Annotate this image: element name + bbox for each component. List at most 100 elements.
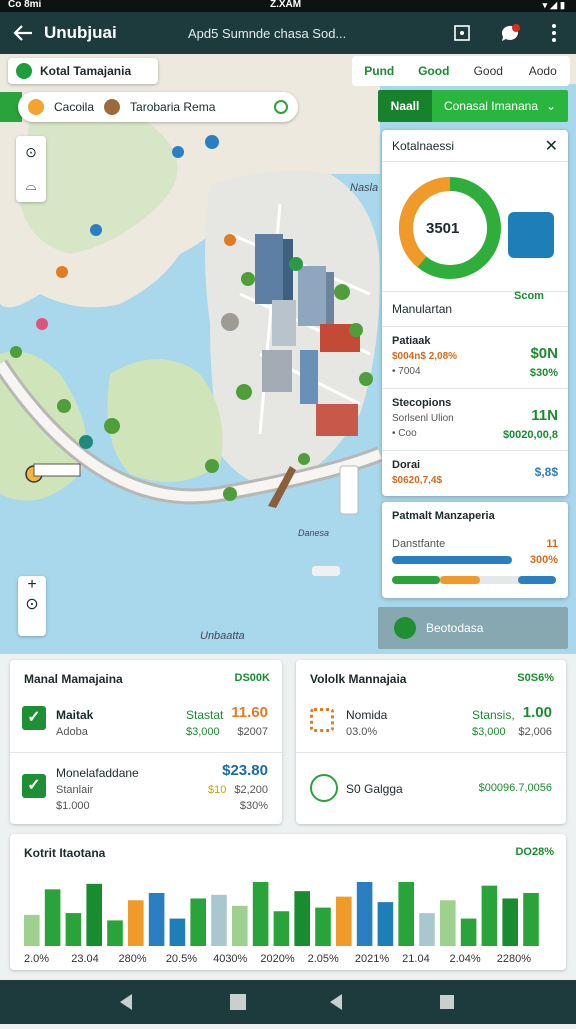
chart-bar [481, 885, 498, 946]
footer-panel[interactable]: Beotodasa [378, 607, 568, 649]
back-arrow-icon[interactable] [12, 22, 34, 44]
app-title: Unubjuai [44, 23, 117, 42]
divider [10, 752, 282, 753]
row-right-value: 1.00 [522, 704, 552, 721]
recents-icon[interactable] [440, 995, 454, 1009]
view-tabs: Pund Good Good Aodo [352, 56, 570, 86]
row-right-sub: $0020,00,8 [502, 429, 558, 441]
row-right-value: $0N [530, 345, 558, 362]
card-value: DO28% [515, 846, 554, 858]
map-pin[interactable] [205, 135, 219, 149]
locate-icon[interactable]: ⊙ [16, 136, 46, 169]
search-item-2[interactable]: Tarobaria Rema [130, 100, 215, 114]
chart-bar [211, 894, 227, 946]
panel-title: Kotalnaessi [392, 138, 455, 153]
chart-bar [24, 914, 40, 946]
grid-icon [310, 708, 334, 732]
list-item[interactable]: Stecopions Sorlsenl Ulion • Coo 11N $002… [382, 389, 568, 451]
home-icon[interactable] [230, 994, 246, 1010]
close-icon[interactable]: ✕ [545, 136, 558, 156]
card-title: Manal Mamajaina [24, 672, 123, 686]
chart-tick-label: 280% [119, 953, 147, 965]
card-value: S0S6% [517, 672, 554, 684]
chart-bar [336, 896, 352, 946]
chart-bar [398, 882, 414, 946]
chart-tick-label: 2.05% [308, 953, 339, 965]
building-1 [255, 234, 293, 304]
building-5 [300, 350, 318, 404]
chart-bar [523, 892, 539, 946]
back-icon-2[interactable] [330, 994, 342, 1010]
status-bar: Co 8mi Z.XAM ▾◢▮ [0, 0, 576, 12]
map-label-1: Nasla [350, 182, 379, 194]
chart-bar [128, 900, 144, 946]
refresh-icon[interactable] [274, 100, 288, 114]
row-title: Monelafaddane [56, 766, 139, 780]
chart-bar [419, 913, 435, 946]
list-item[interactable]: Patiaak $004n$ 2,08% • 7004 $0N $30% [382, 327, 568, 389]
footer-panel-label: Beotodasa [426, 621, 484, 635]
progress-title: Patmalt Manzaperia [392, 510, 495, 522]
status-time: Z.XAM [270, 0, 302, 10]
map-label-3: Danesa [298, 528, 330, 538]
search-bar[interactable]: Cacoila Tarobaria Rema [18, 92, 298, 122]
checkbox-checked-icon[interactable]: ✓ [22, 706, 46, 730]
donut-box: 3501 Scom [382, 162, 568, 302]
row-title: Maitak [56, 708, 94, 722]
segment-right-label: Conasal Imanana [443, 99, 538, 113]
row-right-sub: $3,000 [186, 726, 220, 738]
row-sub: Adoba [56, 726, 88, 738]
brand-logo-icon [508, 212, 554, 258]
more-vert-icon[interactable] [542, 21, 566, 45]
chart-tick-label: 2020% [260, 953, 294, 965]
row-right-label: Stansis, [472, 708, 515, 722]
row-right-sub-2: $2007 [237, 726, 268, 738]
zoom-in-icon[interactable]: + [18, 576, 46, 594]
back-icon[interactable] [120, 994, 132, 1010]
card-2: Vololk Mannajaia S0S6% Nomida 03.0% Stan… [296, 660, 566, 824]
chart-bar [315, 907, 331, 946]
donut-value: 3501 [426, 220, 460, 237]
chart-tick-label: 21.04 [402, 953, 430, 965]
card-3: Kotrit Itaotana DO28% 2.0% 23.04 280% 20.5%… [10, 834, 566, 970]
chart-tick-label: 2.04% [449, 953, 480, 965]
row-right-sub-2: $2,006 [518, 726, 552, 738]
row-title: Dorai [392, 459, 421, 471]
row-right-sub-2: $2,200 [234, 784, 268, 796]
location-pin-icon [16, 63, 32, 79]
chart-bar [273, 911, 290, 946]
chart-bar [294, 891, 310, 946]
compass-icon[interactable]: ⊙ [18, 594, 46, 614]
search-item-1[interactable]: Cacoila [54, 100, 94, 114]
chat-icon[interactable] [498, 21, 522, 45]
chart-tick-label: 23.04 [71, 953, 99, 965]
chart-bar [356, 882, 373, 946]
map-label-2: Unbaatta [200, 630, 245, 642]
side-panel: Kotalnaessi ✕ 3501 Scom Manulartan Patia… [382, 130, 568, 496]
tab-aodo[interactable]: Aodo [516, 64, 571, 78]
search-icon [394, 617, 416, 639]
tab-pund[interactable]: Pund [352, 64, 407, 78]
row-right-value: $,8$ [534, 465, 558, 479]
building-4 [262, 350, 292, 392]
checkbox-checked-icon[interactable]: ✓ [22, 774, 46, 798]
row-sub-2: $1.000 [56, 800, 90, 812]
tab-good[interactable]: Good [407, 64, 462, 78]
segment-left[interactable]: Naall [378, 90, 432, 122]
divider [296, 752, 566, 753]
layers-icon[interactable]: ⌓ [16, 169, 46, 202]
location-pill[interactable]: Kotal Tamajania [8, 58, 158, 84]
zoom-controls: + ⊙ [18, 576, 46, 636]
logo-caption: Scom [514, 290, 544, 302]
chat-bubble-icon [310, 774, 338, 802]
progress-right-value: 300% [529, 554, 558, 566]
tab-good-2[interactable]: Good [461, 64, 516, 78]
building-3 [272, 300, 296, 346]
square-icon[interactable] [450, 21, 474, 45]
row-title: Nomida [346, 708, 388, 722]
chart-tick-label: 2.0% [24, 953, 49, 965]
progress-seg-3 [518, 576, 556, 584]
segment-right[interactable]: Conasal Imanana ⌄ [432, 90, 568, 122]
card-title: Vololk Mannajaia [310, 672, 407, 686]
status-left: Co 8mi [8, 0, 42, 10]
